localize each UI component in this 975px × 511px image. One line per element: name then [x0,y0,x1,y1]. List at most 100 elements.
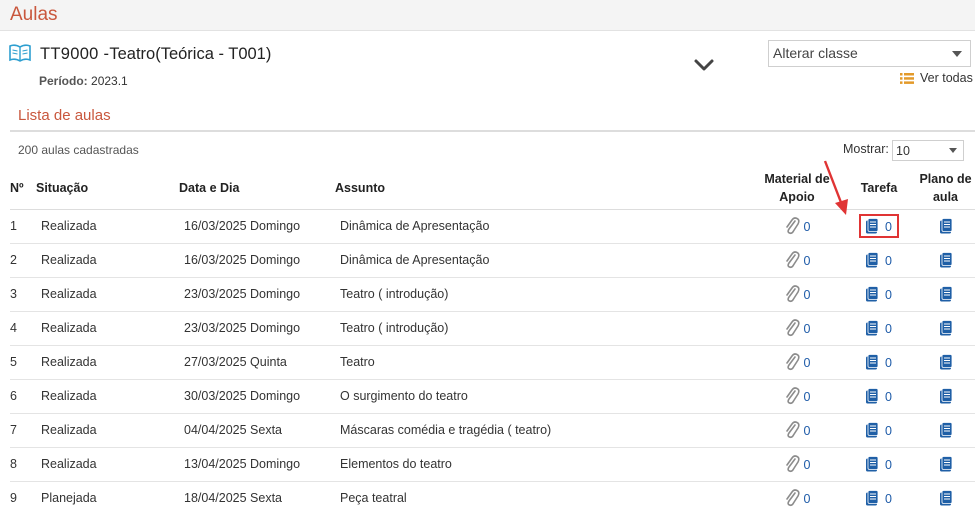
row-plano [916,345,975,380]
header-plano-line2: aula [932,190,958,205]
task-count: 0 [885,424,892,438]
task-link[interactable]: 0 [859,452,899,476]
row-plano [916,379,975,414]
material-link[interactable]: 0 [784,353,811,371]
row-situacao: Planejada [36,481,179,511]
task-link[interactable]: 0 [859,418,899,442]
period-value: 2023.1 [91,74,128,88]
material-count: 0 [803,220,811,234]
material-link[interactable]: 0 [784,217,811,235]
lesson-plan-link[interactable] [939,490,953,506]
table-row[interactable]: 3 Realizada 23/03/2025 Domingo Teatro ( … [10,277,975,312]
section-title: Lista de aulas [18,107,111,124]
task-link[interactable]: 0 [859,486,899,510]
material-link[interactable]: 0 [784,489,810,507]
document-icon [866,218,879,234]
table-row[interactable]: 9 Planejada 18/04/2025 Sexta Peça teatra… [10,481,975,511]
row-situacao: Realizada [36,277,179,312]
document-icon [939,354,952,370]
lesson-plan-link[interactable] [939,456,953,472]
course-code: TT9000 - [40,45,110,63]
row-data: 04/04/2025 Sexta [179,413,335,448]
header-plano: Plano de aula [916,168,975,210]
table-row[interactable]: 2 Realizada 16/03/2025 Domingo Dinâmica … [10,243,975,278]
material-link[interactable]: 0 [784,285,811,303]
row-num: 8 [10,447,36,482]
row-situacao: Realizada [36,311,179,346]
page-size-select[interactable]: 10 [892,140,964,161]
table-row[interactable]: 7 Realizada 04/04/2025 Sexta Máscaras co… [10,413,975,448]
row-plano [916,413,975,448]
chevron-down-icon[interactable] [693,58,715,72]
table-row[interactable]: 8 Realizada 13/04/2025 Domingo Elementos… [10,447,975,482]
document-icon [866,354,879,370]
task-link[interactable]: 0 [859,316,899,340]
header-num: Nº [10,168,36,210]
paperclip-icon [785,455,800,473]
lessons-table: Nº Situação Data e Dia Assunto Material … [10,168,975,511]
header-data: Data e Dia [179,168,335,210]
lesson-plan-link[interactable] [939,252,953,268]
row-assunto: Peça teatral [335,481,752,511]
paperclip-icon [785,387,800,405]
row-num: 1 [10,209,36,244]
header-tarefa: Tarefa [842,168,916,210]
task-count: 0 [885,390,892,404]
row-num: 5 [10,345,36,380]
material-count: 0 [803,288,811,302]
table-row[interactable]: 6 Realizada 30/03/2025 Domingo O surgime… [10,379,975,414]
task-link[interactable]: 0 [859,282,899,306]
row-material: 0 [752,277,842,312]
lesson-plan-link[interactable] [939,422,953,438]
material-link[interactable]: 0 [784,319,810,337]
row-tarefa: 0 [842,447,916,482]
row-material: 0 [752,413,842,448]
row-situacao: Realizada [36,447,179,482]
row-data: 23/03/2025 Domingo [179,277,335,312]
row-data: 23/03/2025 Domingo [179,311,335,346]
task-link[interactable]: 0 [859,384,899,408]
paperclip-icon [785,489,800,507]
paperclip-icon [785,353,800,371]
page-header: Aulas [0,0,975,31]
table-row[interactable]: 4 Realizada 23/03/2025 Domingo Teatro ( … [10,311,975,346]
course-title: TT9000 -Teatro(Teórica - T001) [40,45,271,64]
material-link[interactable]: 0 [784,251,811,269]
task-count: 0 [885,356,892,370]
lesson-plan-link[interactable] [939,388,953,404]
row-plano [916,209,975,244]
document-icon [866,456,879,472]
material-count: 0 [803,254,811,268]
lesson-plan-link[interactable] [939,218,953,234]
paperclip-icon [785,319,800,337]
document-icon [939,490,952,506]
lesson-plan-link[interactable] [939,354,953,370]
class-select[interactable]: Alterar classe [768,40,971,67]
header-material-line2: Apoio [779,190,815,205]
row-data: 16/03/2025 Domingo [179,209,335,244]
task-count: 0 [885,220,892,234]
row-num: 3 [10,277,36,312]
document-icon [939,422,952,438]
row-material: 0 [752,481,842,511]
material-link[interactable]: 0 [784,421,811,439]
view-all-link[interactable]: Ver todas [900,71,973,85]
row-tarefa: 0 [842,345,916,380]
task-link[interactable]: 0 [859,214,899,238]
lesson-plan-link[interactable] [939,286,953,302]
row-tarefa: 0 [842,379,916,414]
header-assunto: Assunto [335,168,752,210]
task-link[interactable]: 0 [859,248,899,272]
material-link[interactable]: 0 [784,387,810,405]
row-tarefa: 0 [842,481,916,511]
task-count: 0 [885,288,892,302]
task-link[interactable]: 0 [859,350,899,374]
material-count: 0 [803,424,811,438]
row-situacao: Realizada [36,413,179,448]
row-tarefa: 0 [842,311,916,346]
material-count: 0 [803,356,811,370]
table-row[interactable]: 5 Realizada 27/03/2025 Quinta Teatro 0 0 [10,345,975,380]
lesson-plan-link[interactable] [939,320,953,336]
row-num: 9 [10,481,36,511]
material-link[interactable]: 0 [784,455,810,473]
